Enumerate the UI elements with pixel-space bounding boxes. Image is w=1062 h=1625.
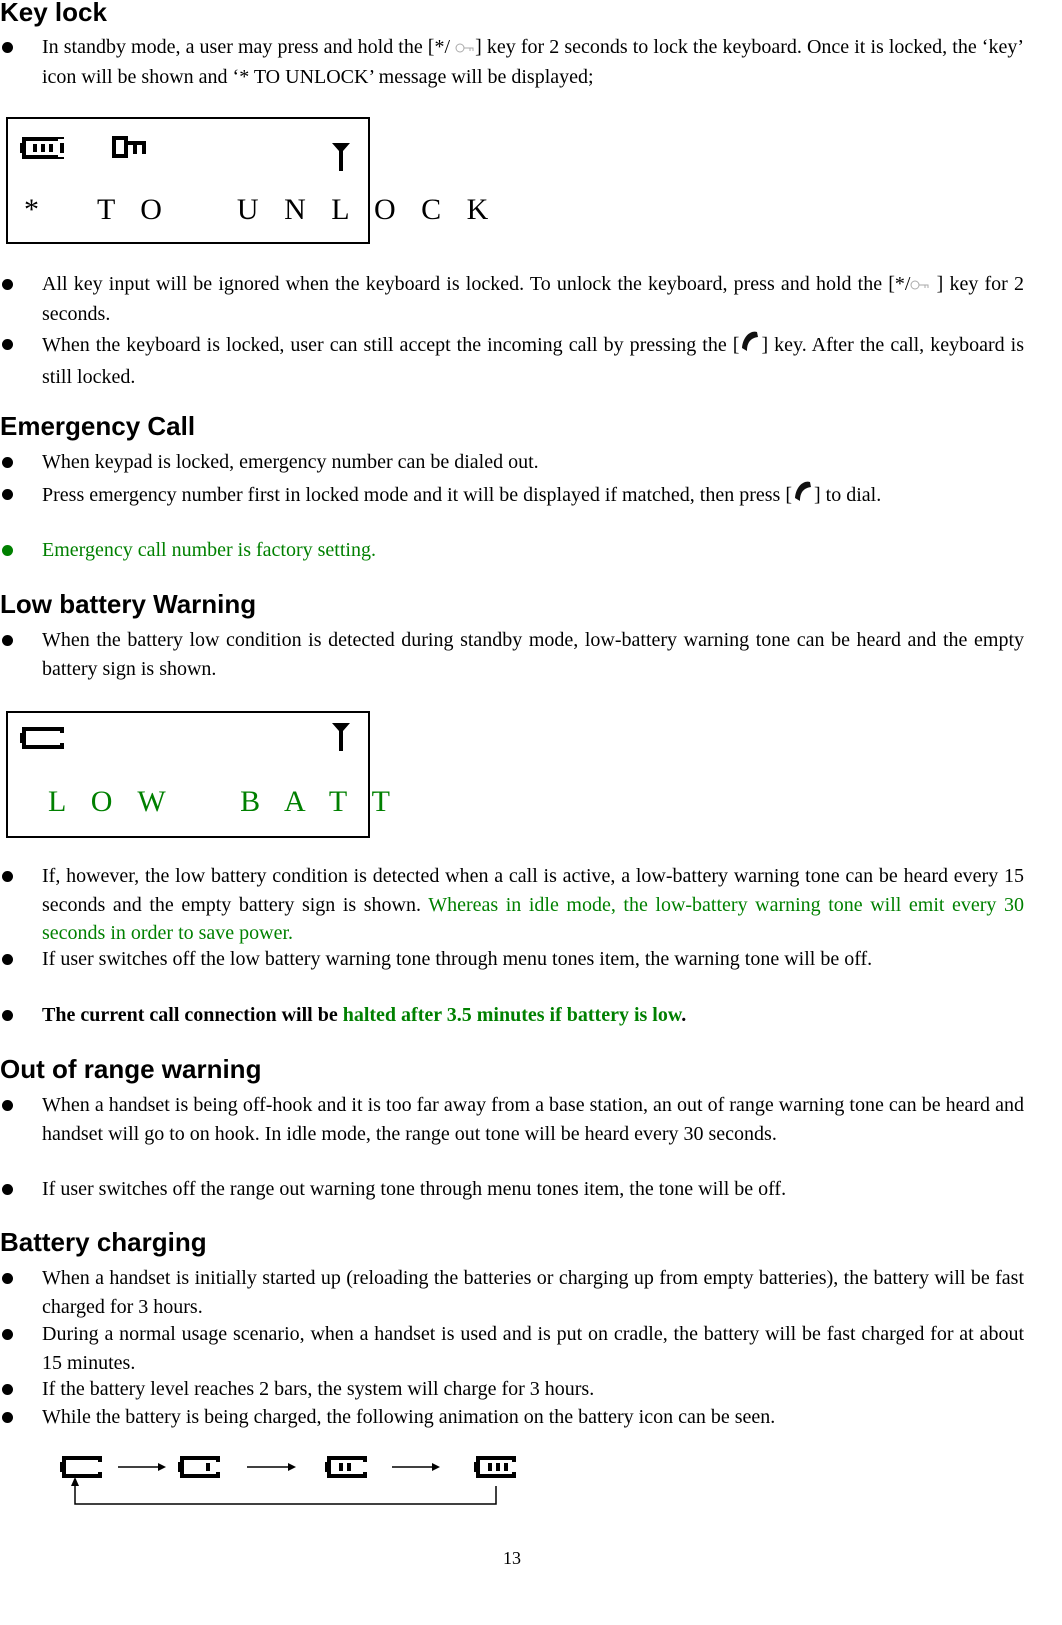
key-icon [910, 271, 930, 300]
bullet-dot [2, 635, 13, 646]
list-item: If the battery level reaches 2 bars, the… [0, 1375, 1024, 1404]
bullet-dot [2, 279, 13, 290]
battery-empty-icon [20, 727, 64, 754]
bullet-text: When a handset is being off-hook and it … [42, 1094, 1024, 1145]
lcd-message: L O W B A T T [48, 785, 399, 818]
list-item: All key input will be ignored when the k… [0, 270, 1024, 328]
page-number: 13 [503, 1548, 521, 1568]
list-item: Press emergency number first in locked m… [0, 480, 1024, 513]
list-item: When the keyboard is locked, user can st… [0, 330, 1024, 391]
battery-bar [496, 1463, 500, 1471]
signal-antenna-icon [332, 723, 350, 756]
bullet-dot [2, 545, 13, 556]
charging-animation-diagram [0, 1440, 540, 1520]
bullet-text: If the battery level reaches 2 bars, the… [42, 1378, 595, 1400]
right-arrow-icon [247, 1463, 296, 1471]
heading-battery-charging: Battery charging [0, 1227, 207, 1257]
phone-handset-icon [792, 480, 814, 513]
bullet-dot [2, 457, 13, 468]
list-item: During a normal usage scenario, when a h… [0, 1320, 1024, 1377]
list-item: If user switches off the range out warni… [0, 1175, 1024, 1204]
heading-low-battery-warning: Low battery Warning [0, 589, 257, 619]
phone-handset-icon [739, 330, 761, 363]
loop-back-arrow [71, 1477, 497, 1505]
bullet-text: When the battery low condition is detect… [42, 629, 1024, 680]
bullet-dot [2, 42, 13, 53]
battery-full-icon [20, 137, 64, 164]
lcd-display-key-lock: * T O U N L O C K [6, 117, 488, 244]
bullet-text: When keypad is locked, emergency number … [42, 451, 539, 473]
bullet-dot [2, 1384, 13, 1395]
bullet-text: Press emergency number first in locked m… [42, 483, 792, 506]
bullet-text: If user switches off the low battery war… [42, 948, 873, 970]
key-icon [455, 34, 475, 63]
heading-out-of-range-warning: Out of range warning [0, 1054, 262, 1084]
battery-three-bars-icon [474, 1456, 517, 1478]
bullet-dot [2, 1273, 13, 1284]
lcd-message: * T O U N L O C K [24, 193, 498, 226]
list-item: When keypad is locked, emergency number … [0, 448, 1024, 477]
key-lock-icon [112, 136, 148, 163]
battery-two-bars-icon [325, 1456, 368, 1478]
bullet-text: When the keyboard is locked, user can st… [42, 333, 740, 356]
battery-empty-icon [60, 1456, 103, 1478]
bullet-text: In standby mode, a user may press and ho… [42, 36, 456, 58]
bullet-text: All key input will be ignored when the k… [42, 273, 911, 295]
battery-bar [504, 1463, 508, 1471]
bullet-text: ] to dial. [814, 483, 882, 506]
heading-emergency-call: Emergency Call [0, 411, 196, 441]
bullet-text: The current call connection will be [42, 1004, 343, 1026]
list-item: The current call connection will be halt… [0, 1001, 1024, 1030]
list-item: While the battery is being charged, the … [0, 1403, 1024, 1432]
list-item: In standby mode, a user may press and ho… [0, 33, 1024, 91]
bullet-text: Emergency call number is factory setting… [42, 539, 376, 561]
heading-key-lock: Key lock [0, 0, 107, 27]
bullet-dot [2, 871, 13, 882]
list-item: When the battery low condition is detect… [0, 626, 1024, 683]
list-item: Emergency call number is factory setting… [0, 536, 1024, 565]
right-arrow-icon [118, 1463, 166, 1471]
battery-one-bar-icon [178, 1456, 221, 1478]
bullet-dot [2, 489, 13, 500]
list-item: If user switches off the low battery war… [0, 945, 1024, 974]
bullet-dot [2, 339, 13, 350]
bullet-text: While the battery is being charged, the … [42, 1406, 776, 1428]
battery-bar [339, 1463, 343, 1471]
bullet-text-highlight: halted after 3.5 minutes if battery is l… [342, 1004, 682, 1026]
battery-bar [206, 1463, 210, 1471]
bullet-dot [2, 1184, 13, 1195]
bullet-dot [2, 1100, 13, 1111]
battery-bar [488, 1463, 492, 1471]
lcd-display-low-battery: L O W B A T T [6, 711, 390, 838]
list-item: If, however, the low battery condition i… [0, 862, 1024, 948]
bullet-text: If user switches off the range out warni… [42, 1178, 787, 1200]
bullet-dot [2, 954, 13, 965]
list-item: When a handset is initially started up (… [0, 1264, 1024, 1321]
signal-antenna-icon [332, 143, 350, 176]
right-arrow-icon [392, 1463, 440, 1471]
bullet-text: When a handset is initially started up (… [42, 1267, 1024, 1318]
list-item: When a handset is being off-hook and it … [0, 1091, 1024, 1148]
bullet-text: . [681, 1004, 687, 1026]
battery-bar [347, 1463, 351, 1471]
bullet-dot [2, 1329, 13, 1340]
bullet-text: During a normal usage scenario, when a h… [42, 1323, 1024, 1374]
charging-animation-svg [60, 1456, 517, 1505]
bullet-dot [2, 1010, 13, 1021]
bullet-dot [2, 1412, 13, 1423]
